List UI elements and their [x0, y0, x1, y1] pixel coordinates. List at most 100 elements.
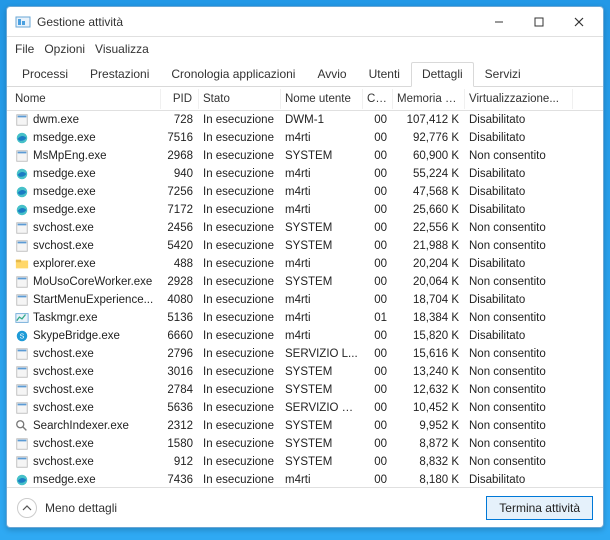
cell-virt: Non consentito	[465, 221, 573, 235]
col-pid[interactable]: PID	[161, 89, 199, 109]
cell-mem: 10,452 K	[393, 401, 465, 415]
cell-user: SYSTEM	[281, 365, 363, 379]
cell-mem: 92,776 K	[393, 131, 465, 145]
table-row[interactable]: svchost.exe5636In esecuzioneSERVIZIO DI.…	[7, 399, 603, 417]
cell-state: In esecuzione	[199, 149, 281, 163]
cell-virt: Non consentito	[465, 311, 573, 325]
cell-virt: Non consentito	[465, 239, 573, 253]
process-icon	[15, 473, 29, 487]
cell-state: In esecuzione	[199, 203, 281, 217]
cell-state: In esecuzione	[199, 347, 281, 361]
process-icon	[15, 275, 29, 289]
cell-virt: Non consentito	[465, 275, 573, 289]
process-icon	[15, 203, 29, 217]
cell-pid: 940	[161, 167, 199, 181]
tab-servizi[interactable]: Servizi	[474, 62, 532, 87]
tabs: ProcessiPrestazioniCronologia applicazio…	[7, 61, 603, 87]
fewer-details-button[interactable]: Meno dettagli	[17, 498, 117, 518]
tab-processi[interactable]: Processi	[11, 62, 79, 87]
cell-pid: 3016	[161, 365, 199, 379]
cell-pid: 1580	[161, 437, 199, 451]
cell-mem: 55,224 K	[393, 167, 465, 181]
process-name: msedge.exe	[33, 186, 96, 198]
table-header[interactable]: Nome PID Stato Nome utente CPU Memoria (…	[7, 87, 603, 111]
cell-cpu: 00	[363, 419, 393, 433]
fewer-details-label: Meno dettagli	[45, 501, 117, 515]
col-state[interactable]: Stato	[199, 89, 281, 109]
table-row[interactable]: msedge.exe7516In esecuzionem4rti0092,776…	[7, 129, 603, 147]
cell-user: m4rti	[281, 293, 363, 307]
table-row[interactable]: svchost.exe3016In esecuzioneSYSTEM0013,2…	[7, 363, 603, 381]
cell-virt: Non consentito	[465, 455, 573, 469]
cell-virt: Non consentito	[465, 401, 573, 415]
table-row[interactable]: MoUsoCoreWorker.exe2928In esecuzioneSYST…	[7, 273, 603, 291]
cell-pid: 2968	[161, 149, 199, 163]
maximize-button[interactable]	[519, 8, 559, 36]
col-name[interactable]: Nome	[11, 89, 161, 109]
close-button[interactable]	[559, 8, 599, 36]
tab-prestazioni[interactable]: Prestazioni	[79, 62, 160, 87]
cell-cpu: 00	[363, 437, 393, 451]
cell-state: In esecuzione	[199, 473, 281, 487]
col-virt[interactable]: Virtualizzazione...	[465, 89, 573, 109]
cell-state: In esecuzione	[199, 401, 281, 415]
table-row[interactable]: svchost.exe5420In esecuzioneSYSTEM0021,9…	[7, 237, 603, 255]
process-icon	[15, 347, 29, 361]
table-row[interactable]: svchost.exe2784In esecuzioneSYSTEM0012,6…	[7, 381, 603, 399]
cell-pid: 6660	[161, 329, 199, 343]
table-row[interactable]: Taskmgr.exe5136In esecuzionem4rti0118,38…	[7, 309, 603, 327]
cell-cpu: 01	[363, 311, 393, 325]
table-row[interactable]: svchost.exe2456In esecuzioneSYSTEM0022,5…	[7, 219, 603, 237]
process-table[interactable]: Nome PID Stato Nome utente CPU Memoria (…	[7, 87, 603, 487]
cell-mem: 47,568 K	[393, 185, 465, 199]
cell-user: SYSTEM	[281, 455, 363, 469]
col-cpu[interactable]: CPU	[363, 89, 393, 109]
table-row[interactable]: msedge.exe7172In esecuzionem4rti0025,660…	[7, 201, 603, 219]
cell-virt: Disabilitato	[465, 167, 573, 181]
cell-state: In esecuzione	[199, 167, 281, 181]
tab-avvio[interactable]: Avvio	[306, 62, 357, 87]
process-icon	[15, 365, 29, 379]
table-row[interactable]: msedge.exe7436In esecuzionem4rti008,180 …	[7, 471, 603, 487]
table-row[interactable]: svchost.exe1580In esecuzioneSYSTEM008,87…	[7, 435, 603, 453]
cell-pid: 728	[161, 113, 199, 127]
table-row[interactable]: SSkypeBridge.exe6660In esecuzionem4rti00…	[7, 327, 603, 345]
col-user[interactable]: Nome utente	[281, 89, 363, 109]
table-row[interactable]: svchost.exe2796In esecuzioneSERVIZIO L..…	[7, 345, 603, 363]
cell-cpu: 00	[363, 293, 393, 307]
cell-mem: 18,704 K	[393, 293, 465, 307]
menu-options[interactable]: Opzioni	[44, 42, 85, 56]
cell-virt: Disabilitato	[465, 473, 573, 487]
table-row[interactable]: msedge.exe7256In esecuzionem4rti0047,568…	[7, 183, 603, 201]
table-row[interactable]: SearchIndexer.exe2312In esecuzioneSYSTEM…	[7, 417, 603, 435]
cell-cpu: 00	[363, 149, 393, 163]
titlebar[interactable]: Gestione attività	[7, 7, 603, 37]
tab-utenti[interactable]: Utenti	[358, 62, 411, 87]
footer: Meno dettagli Termina attività	[7, 487, 603, 527]
table-row[interactable]: dwm.exe728In esecuzioneDWM-100107,412 KD…	[7, 111, 603, 129]
table-row[interactable]: explorer.exe488In esecuzionem4rti0020,20…	[7, 255, 603, 273]
cell-cpu: 00	[363, 221, 393, 235]
table-row[interactable]: StartMenuExperience...4080In esecuzionem…	[7, 291, 603, 309]
table-row[interactable]: svchost.exe912In esecuzioneSYSTEM008,832…	[7, 453, 603, 471]
table-row[interactable]: msedge.exe940In esecuzionem4rti0055,224 …	[7, 165, 603, 183]
cell-pid: 2796	[161, 347, 199, 361]
cell-cpu: 00	[363, 239, 393, 253]
tab-dettagli[interactable]: Dettagli	[411, 62, 474, 87]
minimize-button[interactable]	[479, 8, 519, 36]
cell-cpu: 00	[363, 167, 393, 181]
tab-cronologia-applicazioni[interactable]: Cronologia applicazioni	[160, 62, 306, 87]
cell-pid: 5136	[161, 311, 199, 325]
cell-cpu: 00	[363, 113, 393, 127]
col-mem[interactable]: Memoria (w...	[393, 89, 465, 109]
menu-view[interactable]: Visualizza	[95, 42, 149, 56]
end-task-button[interactable]: Termina attività	[486, 496, 593, 520]
menu-file[interactable]: File	[15, 42, 34, 56]
table-row[interactable]: MsMpEng.exe2968In esecuzioneSYSTEM0060,9…	[7, 147, 603, 165]
cell-mem: 20,064 K	[393, 275, 465, 289]
cell-virt: Disabilitato	[465, 113, 573, 127]
cell-cpu: 00	[363, 383, 393, 397]
process-icon	[15, 167, 29, 181]
cell-pid: 4080	[161, 293, 199, 307]
process-name: svchost.exe	[33, 240, 94, 252]
